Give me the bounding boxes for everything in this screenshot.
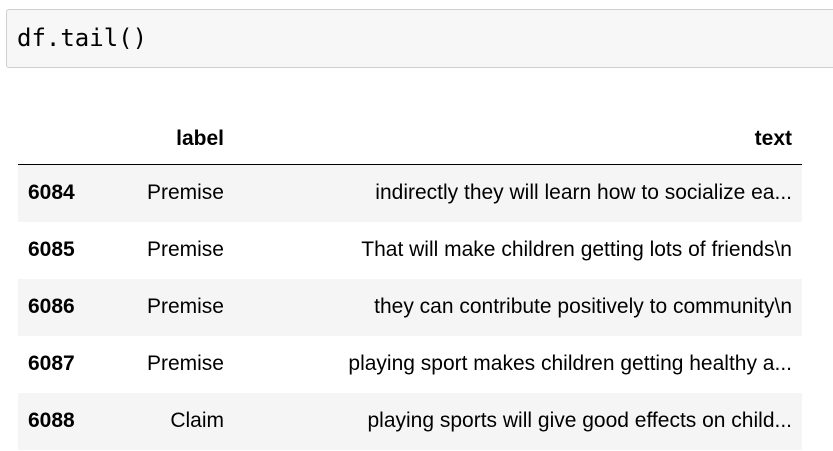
table-row: 6088 Claim playing sports will give good… [18, 392, 802, 450]
row-index: 6084 [28, 181, 75, 205]
text-cell: indirectly they will learn how to social… [375, 181, 792, 205]
table-row: 6086 Premise they can contribute positiv… [18, 278, 802, 336]
text-cell: That will make children getting lots of … [361, 238, 792, 261]
table-header-row: label text [18, 113, 802, 165]
label-cell: Premise [146, 295, 224, 318]
label-column-header: label [100, 113, 234, 165]
label-cell: Claim [170, 409, 224, 432]
row-index: 6086 [28, 295, 75, 318]
dataframe-table: label text 6084 Premise indirectly they … [18, 113, 802, 450]
row-index: 6088 [28, 409, 75, 432]
text-cell: they can contribute positively to commun… [374, 295, 792, 318]
text-cell: playing sports will give good effects on… [367, 409, 792, 432]
label-cell: Premise [146, 181, 224, 205]
text-cell: playing sport makes children getting hea… [348, 352, 792, 375]
text-column-header: text [234, 113, 802, 165]
code-cell[interactable]: df.tail() [6, 9, 833, 68]
index-column-header [18, 113, 100, 165]
table-row: 6085 Premise That will make children get… [18, 222, 802, 279]
cell-output: label text 6084 Premise indirectly they … [18, 113, 802, 450]
table-row: 6087 Premise playing sport makes childre… [18, 336, 802, 393]
row-index: 6087 [28, 352, 75, 375]
label-cell: Premise [146, 238, 224, 261]
code-cell-source[interactable]: df.tail() [17, 24, 147, 52]
table-row: 6084 Premise indirectly they will learn … [18, 164, 802, 222]
row-index: 6085 [28, 238, 75, 261]
label-cell: Premise [146, 352, 224, 375]
